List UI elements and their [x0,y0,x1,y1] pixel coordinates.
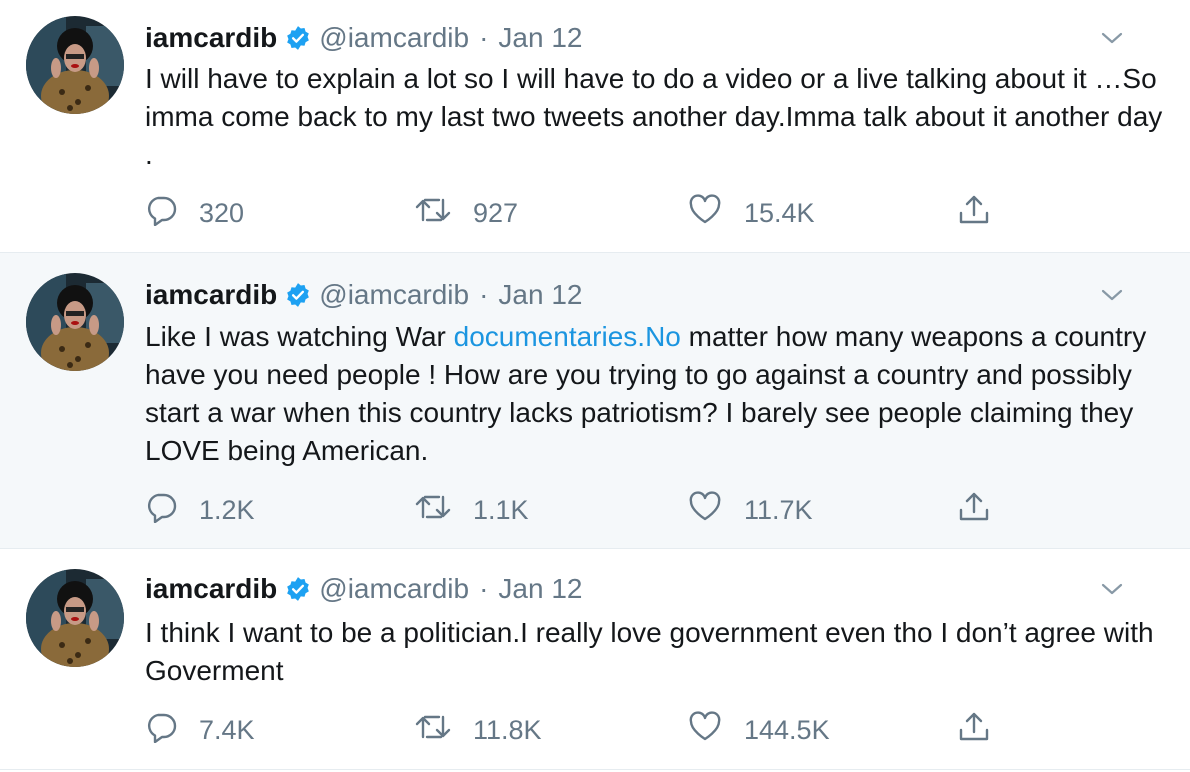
chevron-down-icon[interactable] [1100,275,1124,315]
tweet-header: iamcardib @iamcardib · Jan 12 [145,569,1150,609]
separator-dot: · [479,573,489,604]
tweet-header: iamcardib @iamcardib · Jan 12 [145,275,1150,315]
retweet-icon [415,194,473,233]
like-button[interactable]: 11.7K [688,490,813,530]
share-icon [957,490,1013,531]
heart-icon [688,490,744,530]
tweet-text: I think I want to be a politician.I real… [145,614,1170,690]
like-count: 15.4K [744,197,815,228]
reply-count: 7.4K [199,714,255,745]
tweet-text-part: I think I want to be a politician.I real… [145,617,1154,686]
share-icon [957,193,1013,234]
tweet-actions: 7.4K 11.8K 144.5K [145,710,1005,750]
user-handle[interactable]: @iamcardib [319,573,469,605]
tweet-text-part: I will have to explain a lot so I will h… [145,63,1163,170]
reply-button[interactable]: 1.2K [145,490,255,530]
like-button[interactable]: 15.4K [688,193,815,233]
avatar[interactable] [26,569,124,667]
tweet[interactable]: iamcardib @iamcardib · Jan 12 I will hav… [0,0,1190,253]
chevron-down-icon[interactable] [1100,569,1124,609]
tweet-actions: 1.2K 1.1K 11.7K [145,490,1005,530]
avatar[interactable] [26,16,124,114]
reply-bubble-icon [145,194,199,233]
tweet-actions: 320 927 15.4K [145,193,1005,233]
retweet-icon [415,491,473,530]
retweet-button[interactable]: 1.1K [415,490,529,530]
tweet-date[interactable]: Jan 12 [498,573,582,605]
like-count: 144.5K [744,714,830,745]
heart-icon [688,710,744,750]
tweet-text-part: Like I was watching War [145,321,454,352]
tweet[interactable]: iamcardib @iamcardib · Jan 12 I think I … [0,549,1190,770]
user-handle[interactable]: @iamcardib [319,279,469,311]
reply-button[interactable]: 320 [145,193,244,233]
tweet-link[interactable]: documentaries.No [454,321,681,352]
tweet-header: iamcardib @iamcardib · Jan 12 [145,18,1150,58]
verified-badge-icon [285,282,311,308]
share-icon [957,710,1013,751]
retweet-count: 11.8K [473,714,542,745]
chevron-down-icon[interactable] [1100,18,1124,58]
reply-button[interactable]: 7.4K [145,710,255,750]
display-name[interactable]: iamcardib [145,279,277,311]
tweet-date[interactable]: Jan 12 [498,22,582,54]
display-name[interactable]: iamcardib [145,573,277,605]
share-button[interactable] [957,490,1013,530]
tweet-date[interactable]: Jan 12 [498,279,582,311]
tweet-text: I will have to explain a lot so I will h… [145,60,1170,174]
reply-bubble-icon [145,491,199,530]
avatar[interactable] [26,273,124,371]
retweet-count: 927 [473,197,519,228]
separator-dot: · [479,22,489,53]
retweet-icon [415,711,473,750]
tweet[interactable]: iamcardib @iamcardib · Jan 12 Like I was… [0,253,1190,549]
separator-dot: · [479,279,489,310]
tweet-text: Like I was watching War documentaries.No… [145,318,1170,470]
retweet-count: 1.1K [473,494,529,525]
verified-badge-icon [285,576,311,602]
reply-count: 320 [199,197,245,228]
share-button[interactable] [957,193,1013,233]
share-button[interactable] [957,710,1013,750]
retweet-button[interactable]: 927 [415,193,518,233]
user-handle[interactable]: @iamcardib [319,22,469,54]
reply-count: 1.2K [199,494,255,525]
reply-bubble-icon [145,711,199,750]
like-button[interactable]: 144.5K [688,710,830,750]
retweet-button[interactable]: 11.8K [415,710,542,750]
verified-badge-icon [285,25,311,51]
display-name[interactable]: iamcardib [145,22,277,54]
like-count: 11.7K [744,494,813,525]
heart-icon [688,193,744,233]
